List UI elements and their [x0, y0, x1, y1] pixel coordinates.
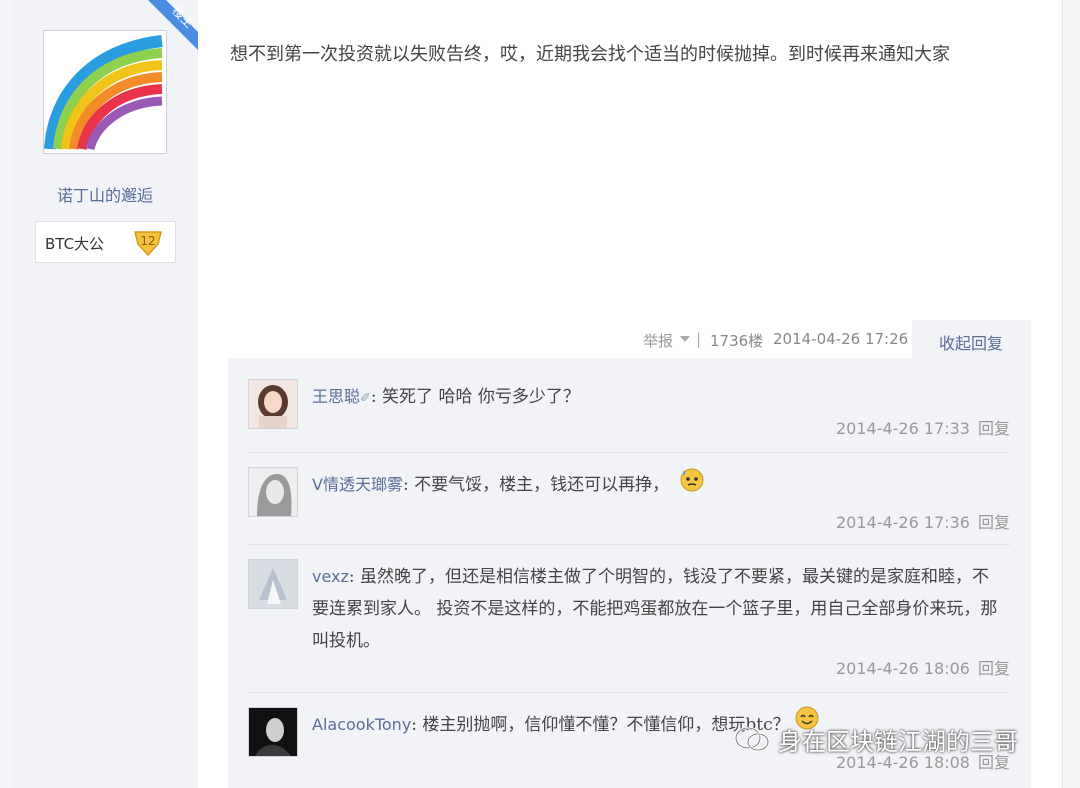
- collapse-replies-label: 收起回复: [939, 334, 1004, 353]
- reply-content: : 虽然晚了，但还是相信楼主做了个明智的，钱没了不要紧，最关键的是家庭和睦，不要…: [312, 567, 998, 651]
- post-time: 2014-04-26 17:26: [773, 330, 909, 348]
- member-badge[interactable]: BTC大公 12: [35, 221, 176, 263]
- post-content: 想不到第一次投资就以失败告终，哎，近期我会找个适当的时候抛掉。到时候再来通知大家: [230, 44, 950, 65]
- reply-content: : 笑死了 哈哈 你亏多少了？: [370, 387, 580, 407]
- reply-text: vexz: 虽然晚了，但还是相信楼主做了个明智的，钱没了不要紧，最关键的是家庭和…: [312, 561, 1002, 657]
- wechat-watermark-icon: [734, 726, 770, 752]
- collapse-replies-button[interactable]: 收起回复: [912, 320, 1031, 360]
- reply-item: V情透天瑯雾: 不要气馁，楼主，钱还可以再挣， 2014-4-26 17:36 回…: [248, 467, 1010, 532]
- reply-time: 2014-4-26 17:33: [835, 419, 970, 438]
- reply-time: 2014-4-26 17:36: [835, 513, 970, 532]
- reply-meta: 2014-4-26 17:36 回复: [836, 509, 1010, 533]
- reply-button[interactable]: 回复: [978, 659, 1010, 678]
- reply-time: 2014-4-26 18:06: [835, 659, 970, 678]
- badge-label: BTC大公: [45, 235, 105, 253]
- reply-username[interactable]: AlacookTony: [312, 715, 411, 734]
- page-gutter: [1063, 0, 1080, 788]
- reply-item: vexz: 虽然晚了，但还是相信楼主做了个明智的，钱没了不要紧，最关键的是家庭和…: [248, 559, 1010, 679]
- reply-button[interactable]: 回复: [978, 419, 1010, 438]
- report-dropdown-icon[interactable]: [680, 336, 690, 342]
- reply-text: V情透天瑯雾: 不要气馁，楼主，钱还可以再挣，: [312, 468, 1002, 501]
- reply-divider: [248, 692, 1010, 693]
- reply-username[interactable]: vexz: [312, 567, 349, 586]
- reply-meta: 2014-4-26 18:06 回复: [836, 655, 1010, 679]
- op-corner-label: 楼主: [169, 3, 197, 31]
- reply-content: : 不要气馁，楼主，钱还可以再挣，: [402, 475, 670, 495]
- meta-separator: |: [696, 330, 702, 348]
- badge-level-number: 12: [140, 234, 155, 248]
- op-corner-ribbon: 楼主: [148, 0, 198, 50]
- reply-text: 王思聪✐: 笑死了 哈哈 你亏多少了？: [312, 381, 1002, 415]
- floor-number: 1736楼: [710, 332, 764, 350]
- sweat-emoji-icon: [680, 468, 704, 491]
- report-link[interactable]: 举报: [643, 330, 673, 351]
- reply-button[interactable]: 回复: [978, 513, 1010, 532]
- level-icon: 12: [134, 231, 162, 256]
- reply-username[interactable]: 王思聪: [312, 387, 360, 406]
- reply-avatar[interactable]: [248, 379, 298, 429]
- author-name[interactable]: 诺丁山的邂逅: [12, 182, 198, 206]
- reply-item: 王思聪✐: 笑死了 哈哈 你亏多少了？ 2014-4-26 17:33 回复: [248, 379, 1010, 439]
- page: 诺丁山的邂逅 BTC大公 12 楼主 想不到第一次投资就以失败告终，哎，近期我会…: [0, 0, 1080, 788]
- reply-avatar[interactable]: [248, 559, 298, 609]
- reply-divider: [248, 544, 1010, 545]
- reply-meta: 2014-4-26 17:33 回复: [836, 415, 1010, 439]
- reply-avatar[interactable]: [248, 707, 298, 757]
- reply-username[interactable]: V情透天瑯雾: [312, 475, 403, 494]
- reply-avatar[interactable]: [248, 467, 298, 517]
- watermark-text: 身在区块链江湖的三哥: [778, 728, 1018, 756]
- reply-divider: [248, 452, 1010, 453]
- vip-icon: ✐: [360, 391, 371, 406]
